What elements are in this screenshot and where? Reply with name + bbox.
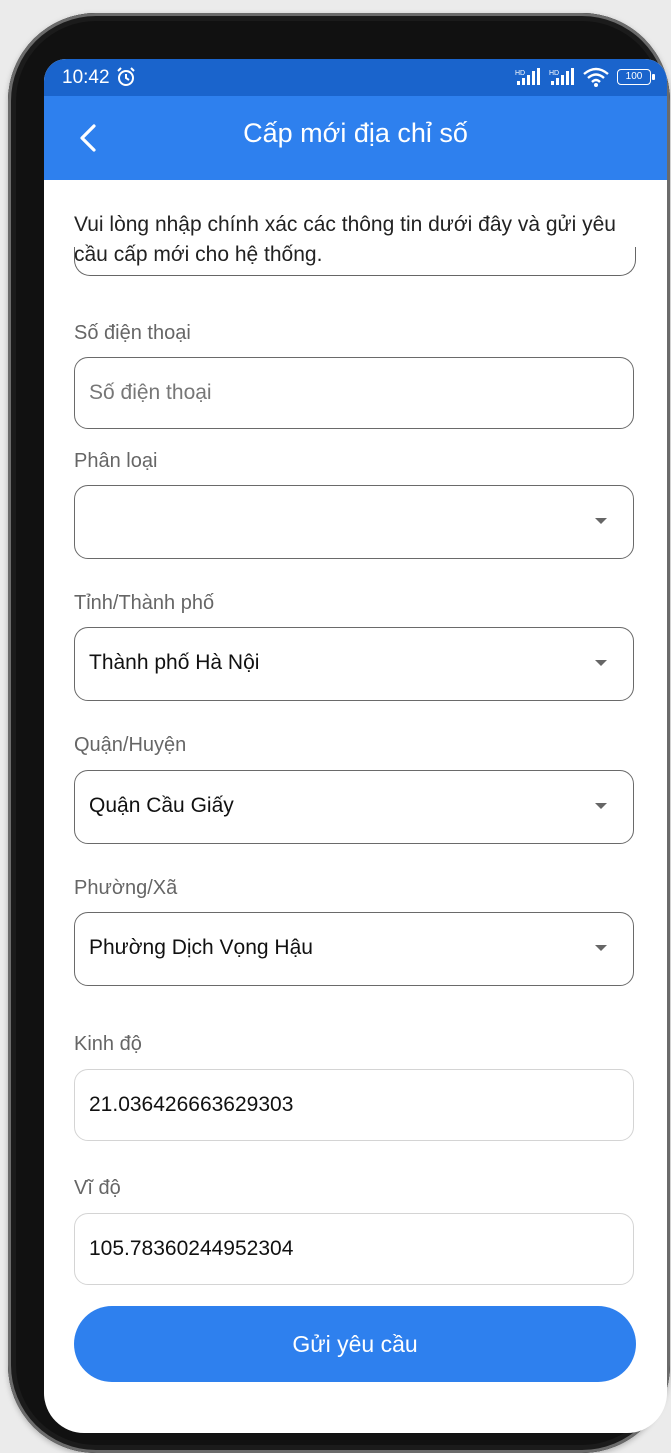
svg-text:HD: HD	[549, 70, 559, 77]
battery-icon: 100	[617, 69, 655, 85]
longitude-label: Kinh độ	[74, 1033, 142, 1055]
status-bar: 10:42 HD HD 100	[44, 59, 667, 96]
longitude-value: 21.036426663629303	[89, 1093, 294, 1116]
partially-hidden-field	[74, 247, 636, 276]
ward-label: Phường/Xã	[74, 877, 178, 899]
alarm-clock-icon	[117, 67, 135, 86]
province-value: Thành phố Hà Nội	[89, 651, 260, 674]
category-dropdown[interactable]	[74, 485, 634, 559]
signal-hd-icon: HD	[549, 68, 574, 85]
page-title: Cấp mới địa chỉ số	[243, 118, 468, 148]
latitude-label: Vĩ độ	[74, 1177, 121, 1199]
ward-value: Phường Dịch Vọng Hậu	[89, 936, 313, 959]
dropdown-arrow-icon	[595, 518, 607, 524]
dropdown-arrow-icon	[595, 945, 607, 951]
status-time: 10:42	[62, 67, 110, 88]
district-dropdown[interactable]: Quận Cầu Giấy	[74, 770, 634, 844]
ward-dropdown[interactable]: Phường Dịch Vọng Hậu	[74, 912, 634, 986]
phone-input[interactable]: Số điện thoại	[74, 357, 634, 429]
longitude-input[interactable]: 21.036426663629303	[74, 1069, 634, 1141]
app-bar: Cấp mới địa chỉ số	[44, 96, 667, 180]
phone-label: Số điện thoại	[74, 322, 191, 344]
wifi-icon	[583, 67, 609, 87]
province-dropdown[interactable]: Thành phố Hà Nội	[74, 627, 634, 701]
screen: 10:42 HD HD 100 Cấp mới địa chỉ số Vui l…	[44, 59, 667, 1433]
dropdown-arrow-icon	[595, 660, 607, 666]
signal-hd-icon: HD	[515, 68, 540, 85]
province-label: Tỉnh/Thành phố	[74, 592, 215, 614]
phone-placeholder: Số điện thoại	[89, 381, 212, 404]
svg-text:HD: HD	[515, 70, 525, 77]
district-label: Quận/Huyện	[74, 734, 187, 756]
category-label: Phân loại	[74, 450, 158, 472]
phone-frame: 10:42 HD HD 100 Cấp mới địa chỉ số Vui l…	[8, 13, 670, 1453]
district-value: Quận Cầu Giấy	[89, 794, 234, 817]
dropdown-arrow-icon	[595, 803, 607, 809]
status-icons: HD HD 100	[515, 67, 655, 87]
submit-request-button[interactable]: Gửi yêu cầu	[74, 1306, 636, 1382]
latitude-value: 105.78360244952304	[89, 1237, 294, 1260]
latitude-input[interactable]: 105.78360244952304	[74, 1213, 634, 1285]
